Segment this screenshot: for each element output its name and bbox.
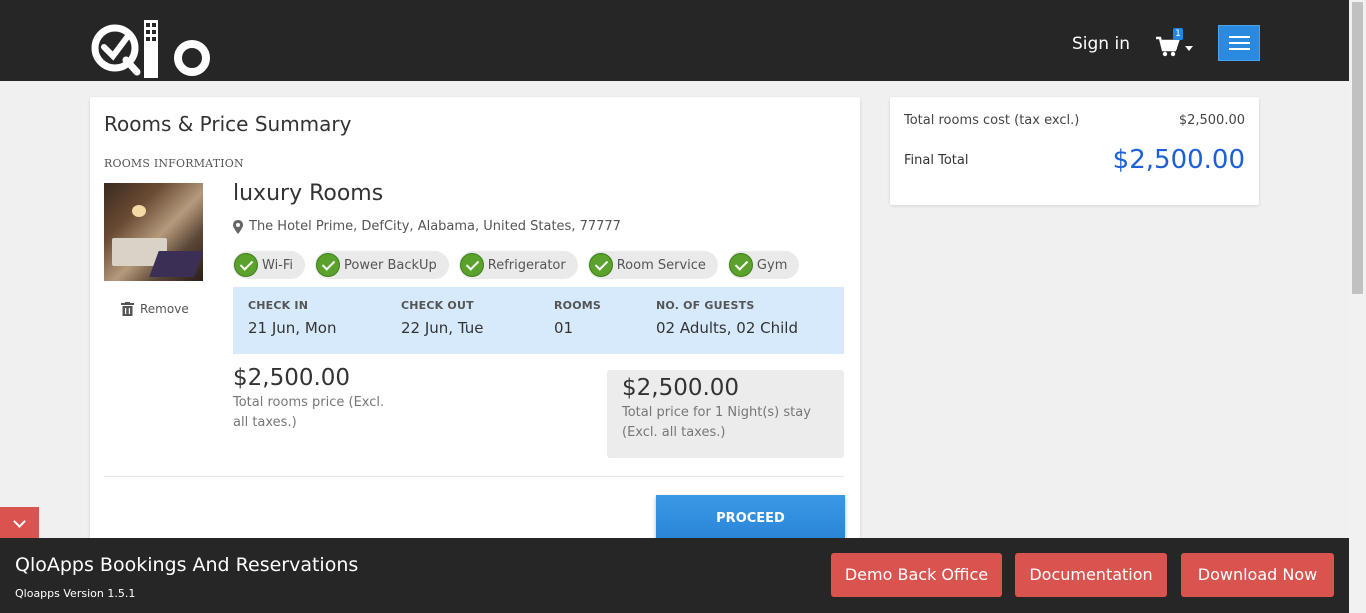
check-icon: [316, 253, 341, 277]
night-price-value: $2,500.00: [622, 375, 740, 401]
proceed-button[interactable]: PROCEED: [656, 495, 845, 542]
check-out-value: 22 Jun, Tue: [401, 319, 484, 337]
remove-label: Remove: [140, 302, 189, 316]
page-title: Rooms & Price Summary: [104, 112, 352, 136]
feature-chip: Power BackUp: [315, 251, 449, 279]
menu-bar-icon: [1229, 42, 1250, 44]
feature-label: Wi-Fi: [262, 257, 294, 273]
feature-label: Gym: [756, 257, 788, 273]
map-pin-icon: [233, 219, 243, 234]
demo-title: QloApps Bookings And Reservations: [15, 554, 359, 576]
demo-bar: QloApps Bookings And Reservations Qloapp…: [0, 538, 1349, 613]
total-rooms-price-value: $2,500.00: [233, 365, 351, 391]
night-price-box: $2,500.00 Total price for 1 Night(s) sta…: [607, 370, 844, 458]
download-now-button[interactable]: Download Now: [1181, 553, 1334, 597]
remove-room-button[interactable]: Remove: [121, 302, 189, 316]
guests-label: NO. OF GUESTS: [656, 299, 755, 312]
cart-button[interactable]: 1: [1156, 28, 1196, 60]
qlo-logo[interactable]: [90, 20, 216, 78]
divider: [104, 476, 844, 477]
feature-chip: Gym: [727, 251, 800, 279]
check-in-column: CHECK IN 21 Jun, Mon: [248, 299, 336, 337]
booking-info-band: CHECK IN 21 Jun, Mon CHECK OUT 22 Jun, T…: [233, 287, 844, 354]
rooms-cost-label: Total rooms cost (tax excl.): [904, 113, 1080, 128]
feature-chip: Refrigerator: [458, 251, 578, 279]
page-scrollbar[interactable]: [1349, 0, 1366, 613]
check-out-column: CHECK OUT 22 Jun, Tue: [401, 299, 483, 337]
feature-chip: Wi-Fi: [233, 251, 306, 279]
documentation-button[interactable]: Documentation: [1015, 553, 1167, 597]
final-total-row: Final Total $2,500.00: [904, 145, 1245, 175]
check-in-value: 21 Jun, Mon: [248, 319, 337, 337]
rooms-price-summary-card: Rooms & Price Summary ROOMS INFORMATION …: [90, 97, 860, 557]
feature-label: Room Service: [616, 257, 706, 273]
room-name: luxury Rooms: [233, 181, 384, 206]
section-label: ROOMS INFORMATION: [104, 157, 244, 170]
chevron-down-icon: [1185, 46, 1193, 51]
rooms-cost-row: Total rooms cost (tax excl.) $2,500.00: [904, 113, 1245, 128]
trash-icon: [121, 302, 134, 316]
room-thumbnail: [104, 183, 203, 281]
night-price-note: Total price for 1 Night(s) stay (Excl. a…: [622, 405, 811, 440]
feature-label: Power BackUp: [344, 257, 437, 273]
hamburger-menu-button[interactable]: [1218, 25, 1260, 61]
check-out-label: CHECK OUT: [401, 299, 474, 312]
guests-column: NO. OF GUESTS 02 Adults, 02 Child: [656, 299, 798, 337]
feature-label: Refrigerator: [487, 257, 566, 273]
menu-bar-icon: [1229, 36, 1250, 38]
demo-version: Qloapps Version 1.5.1: [15, 587, 136, 600]
final-total-label: Final Total: [904, 152, 969, 168]
check-icon: [234, 253, 258, 277]
total-rooms-price-note: Total rooms price (Excl. all taxes.): [233, 395, 385, 430]
collapse-demo-bar-button[interactable]: [0, 507, 39, 538]
total-rooms-price: $2,500.00 Total rooms price (Excl. all t…: [233, 365, 393, 433]
scrollbar-thumb[interactable]: [1352, 2, 1363, 294]
guests-value: 02 Adults, 02 Child: [656, 319, 798, 337]
rooms-cost-value: $2,500.00: [1178, 113, 1245, 128]
final-total-value: $2,500.00: [1112, 145, 1245, 175]
rooms-value: 01: [554, 319, 574, 337]
cart-count-badge: 1: [1173, 28, 1183, 40]
check-icon: [588, 253, 613, 277]
check-icon: [728, 253, 753, 277]
sign-in-link[interactable]: Sign in: [1072, 34, 1130, 54]
check-icon: [459, 253, 484, 277]
room-features: Wi-Fi Power BackUp Refrigerator Room Ser…: [233, 251, 800, 279]
demo-back-office-button[interactable]: Demo Back Office: [831, 553, 1002, 597]
hotel-address: The Hotel Prime, DefCity, Alabama, Unite…: [233, 219, 621, 234]
rooms-label: ROOMS: [554, 299, 602, 312]
cost-summary-card: Total rooms cost (tax excl.) $2,500.00 F…: [890, 97, 1259, 205]
feature-chip: Room Service: [587, 251, 718, 279]
address-text: The Hotel Prime, DefCity, Alabama, Unite…: [249, 219, 621, 234]
menu-bar-icon: [1229, 48, 1250, 50]
rooms-column: ROOMS 01: [554, 299, 601, 337]
site-header: Sign in 1: [0, 0, 1349, 81]
check-in-label: CHECK IN: [248, 299, 309, 312]
